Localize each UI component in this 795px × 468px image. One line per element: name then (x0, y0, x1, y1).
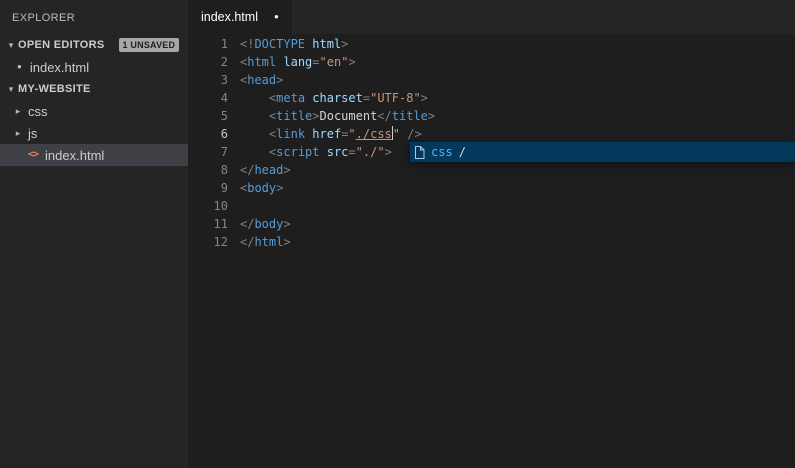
suggest-widget: css / (410, 142, 795, 162)
code-line[interactable]: </html> (240, 233, 435, 251)
open-editors-header[interactable]: ▾ OPEN EDITORS 1 UNSAVED (0, 34, 188, 56)
explorer-title: EXPLORER (0, 0, 188, 34)
code-line[interactable]: <meta charset="UTF-8"> (240, 89, 435, 107)
code-line[interactable]: </body> (240, 215, 435, 233)
modified-dot-icon: ● (274, 13, 279, 21)
line-numbers: 123456789101112 (188, 35, 228, 251)
folder-label-js: js (28, 126, 37, 141)
editor-area: index.html ● 123456789101112 <!DOCTYPE h… (188, 0, 795, 468)
code-line[interactable]: <head> (240, 71, 435, 89)
chevron-right-icon: ▸ (12, 128, 24, 139)
file-icon (414, 146, 425, 159)
tab-label: index.html (201, 10, 258, 24)
sidebar-item-js-folder[interactable]: ▸ js (0, 122, 188, 144)
line-number: 4 (188, 89, 228, 107)
vscode-window: EXPLORER ▾ OPEN EDITORS 1 UNSAVED ● inde… (0, 0, 795, 468)
line-number: 10 (188, 197, 228, 215)
workspace-label: MY-WEBSITE (18, 83, 91, 95)
line-number: 9 (188, 179, 228, 197)
code-line[interactable]: </head> (240, 161, 435, 179)
line-number: 8 (188, 161, 228, 179)
modified-dot-icon: ● (17, 63, 22, 71)
code-line[interactable]: <!DOCTYPE html> (240, 35, 435, 53)
suggest-item-css[interactable]: css / (410, 142, 795, 162)
code-line[interactable]: <link href="./css" /> (240, 125, 435, 143)
unsaved-count-badge: 1 UNSAVED (119, 38, 180, 52)
line-number: 11 (188, 215, 228, 233)
line-number: 12 (188, 233, 228, 251)
code-line[interactable]: <title>Document</title> (240, 107, 435, 125)
code-line[interactable] (240, 197, 435, 215)
line-number: 7 (188, 143, 228, 161)
folder-label-css: css (28, 104, 48, 119)
suggest-rest-text: / (459, 145, 466, 159)
code-line[interactable]: <html lang="en"> (240, 53, 435, 71)
chevron-down-icon: ▾ (4, 40, 18, 51)
line-number: 6 (188, 125, 228, 143)
chevron-right-icon: ▸ (12, 106, 24, 117)
html-file-icon: <> (28, 150, 38, 160)
code-line[interactable]: <script src="./"> (240, 143, 435, 161)
line-number: 5 (188, 107, 228, 125)
line-number: 3 (188, 71, 228, 89)
workspace-header[interactable]: ▾ MY-WEBSITE (0, 78, 188, 100)
tab-bar: index.html ● (188, 0, 795, 34)
line-number: 1 (188, 35, 228, 53)
code-lines: <!DOCTYPE html><html lang="en"><head> <m… (240, 35, 435, 251)
open-editor-file-label: index.html (30, 60, 89, 75)
sidebar-item-css-folder[interactable]: ▸ css (0, 100, 188, 122)
open-editor-item-index-html[interactable]: ● index.html (0, 56, 188, 78)
suggest-match-text: css (431, 145, 453, 159)
file-label-index-html: index.html (45, 148, 104, 163)
tab-index-html[interactable]: index.html ● (188, 0, 292, 34)
open-editors-label: OPEN EDITORS (18, 39, 105, 51)
explorer-sidebar: EXPLORER ▾ OPEN EDITORS 1 UNSAVED ● inde… (0, 0, 188, 468)
code-line[interactable]: <body> (240, 179, 435, 197)
line-number: 2 (188, 53, 228, 71)
chevron-down-icon: ▾ (4, 84, 18, 95)
sidebar-item-index-html[interactable]: <> index.html (0, 144, 188, 166)
